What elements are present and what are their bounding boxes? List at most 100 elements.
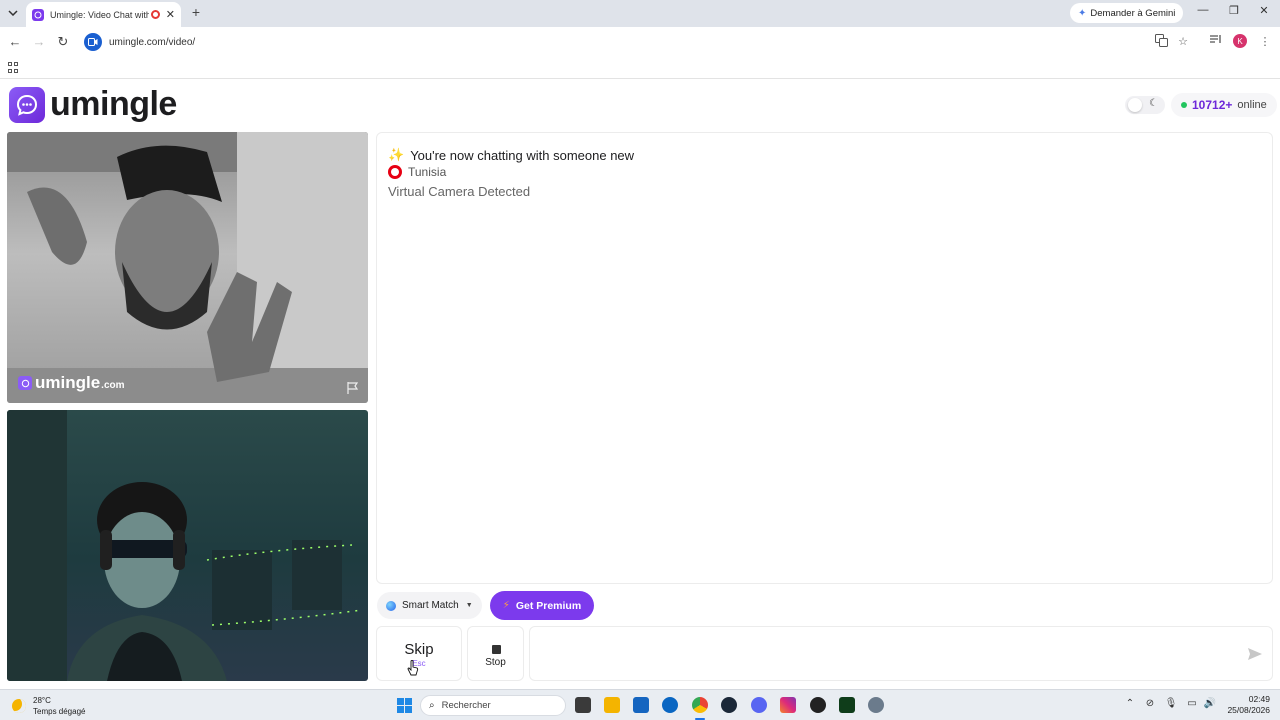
network-off-icon[interactable]: ⊘ [1143,698,1157,709]
get-premium-button[interactable]: ⚡ Get Premium [490,591,594,620]
chevron-down-icon [8,10,18,16]
stranger-video-frame [7,132,368,403]
weather-condition: Temps dégagé [33,707,86,716]
discord-icon[interactable] [751,697,767,713]
browser-tab-umingle[interactable]: Umingle: Video Chat with S ✕ [26,2,181,27]
watermark-logo-icon [18,376,32,390]
skip-button[interactable]: Skip Esc [376,626,462,681]
media-controls-icon[interactable] [1208,34,1224,50]
weather-widget[interactable]: 28°C Temps dégagé [12,695,85,717]
bookmarks-bar [0,57,1280,79]
sparkles-icon: ✨ [388,147,405,162]
stop-button[interactable]: Stop [467,626,524,681]
lightning-icon: ⚡ [502,600,510,611]
profile-avatar[interactable]: K [1233,34,1247,48]
umingle-logo[interactable]: umingle [9,85,177,124]
self-video-frame [7,410,363,681]
settings-gear-icon[interactable] [868,697,884,713]
url-field[interactable]: umingle.com/video/ [80,30,1200,54]
close-window-button[interactable]: ✕ [1254,4,1274,17]
stranger-country: Tunisia [388,165,446,179]
minimize-window-button[interactable]: — [1193,4,1213,16]
toggle-knob [1128,98,1142,112]
taskbar-clock[interactable]: 02:49 25/08/2026 [1222,694,1270,716]
message-input[interactable] [540,641,1220,667]
send-icon[interactable] [1247,646,1263,662]
virtual-camera-notice: Virtual Camera Detected [388,184,531,199]
file-explorer-icon[interactable] [604,697,620,713]
maximize-window-button[interactable]: ❐ [1224,4,1244,17]
volume-icon[interactable]: 🔊 [1203,698,1217,709]
mouse-pointer-icon [407,660,419,676]
address-bar-row: ← → ↻ umingle.com/video/ ☆ ⋮ [0,27,1280,57]
online-label: online [1237,99,1267,111]
gemini-sparkle-icon: ✦ [1078,7,1087,19]
search-icon: ⌕ [429,700,435,711]
show-hidden-icons-icon[interactable]: ⌃ [1123,698,1137,709]
message-composer [529,626,1273,681]
windows-start-icon[interactable] [397,698,412,713]
tab-close-icon[interactable]: ✕ [166,8,175,21]
moon-icon: ☾ [1149,98,1158,109]
caret-down-icon: ▼ [465,602,473,609]
chrome-icon[interactable] [692,697,708,713]
smart-match-label: Smart Match [402,600,459,611]
online-status-dot [1181,102,1187,108]
task-view-icon[interactable] [575,697,591,713]
browser-tab-bar: Umingle: Video Chat with S ✕ + ✦ Demande… [0,0,1280,27]
taskbar-search[interactable]: ⌕ Rechercher [420,695,566,716]
instagram-icon[interactable] [780,697,796,713]
skip-shortcut: Esc [412,659,426,668]
country-name: Tunisia [408,165,447,179]
new-tab-button[interactable]: + [188,4,204,20]
skip-label: Skip [404,641,434,658]
stranger-video: umingle .com [7,132,368,403]
logo-text: umingle [50,85,177,123]
windows-taskbar: 28°C Temps dégagé ⌕ Rechercher ⌃ ⊘ 🎙 ▭ 🔊… [0,689,1280,720]
ask-gemini-button[interactable]: ✦ Demander à Gemini [1070,3,1184,23]
outlook-icon[interactable] [662,697,678,713]
stop-label: Stop [485,657,506,668]
stop-icon [492,645,501,654]
report-flag-icon[interactable] [346,381,360,395]
steam-icon[interactable] [721,697,737,713]
online-count: 10712+ [1192,98,1233,112]
globe-icon [386,600,396,611]
watermark-domain: .com [101,380,125,391]
recording-indicator-icon [150,10,160,19]
chat-panel: ✨ You're now chatting with someone new T… [376,132,1273,584]
weather-temperature: 28°C [33,696,51,705]
microphone-icon[interactable]: 🎙 [1164,698,1178,709]
premium-label: Get Premium [515,599,582,612]
umingle-watermark: umingle .com [18,373,125,393]
watermark-text: umingle [35,373,101,392]
site-info-icon[interactable] [84,33,102,51]
url-text: umingle.com/video/ [109,36,196,48]
terminal-icon[interactable] [839,697,855,713]
translate-icon[interactable] [1153,34,1169,50]
weather-moon-icon [12,699,26,713]
tunisia-flag-icon [388,165,402,179]
umingle-favicon-icon [32,8,44,21]
online-counter: 10712+ online [1171,93,1277,117]
browser-menu-icon[interactable]: ⋮ [1257,34,1273,50]
reload-button[interactable]: ↻ [55,34,71,50]
smart-match-dropdown[interactable]: Smart Match ▼ [377,592,482,619]
microsoft-store-icon[interactable] [633,697,649,713]
self-video [7,410,368,681]
clock-date: 25/08/2026 [1227,705,1270,715]
clock-time: 02:49 [1248,694,1270,704]
gemini-label: Demander à Gemini [1090,7,1176,19]
tab-title: Umingle: Video Chat with S [50,9,149,20]
dark-mode-toggle[interactable]: ☾ [1125,96,1165,114]
back-button[interactable]: ← [7,34,23,50]
display-icon[interactable]: ▭ [1185,698,1199,709]
apps-grid-icon[interactable] [8,62,19,73]
tab-list-button[interactable] [5,5,21,21]
obs-icon[interactable] [810,697,826,713]
bookmark-star-icon[interactable]: ☆ [1175,34,1191,50]
taskbar-search-placeholder: Rechercher [441,700,491,711]
forward-button[interactable]: → [31,34,47,50]
chat-status-line: ✨ You're now chatting with someone new [388,147,634,163]
chat-status-text: You're now chatting with someone new [410,147,635,163]
